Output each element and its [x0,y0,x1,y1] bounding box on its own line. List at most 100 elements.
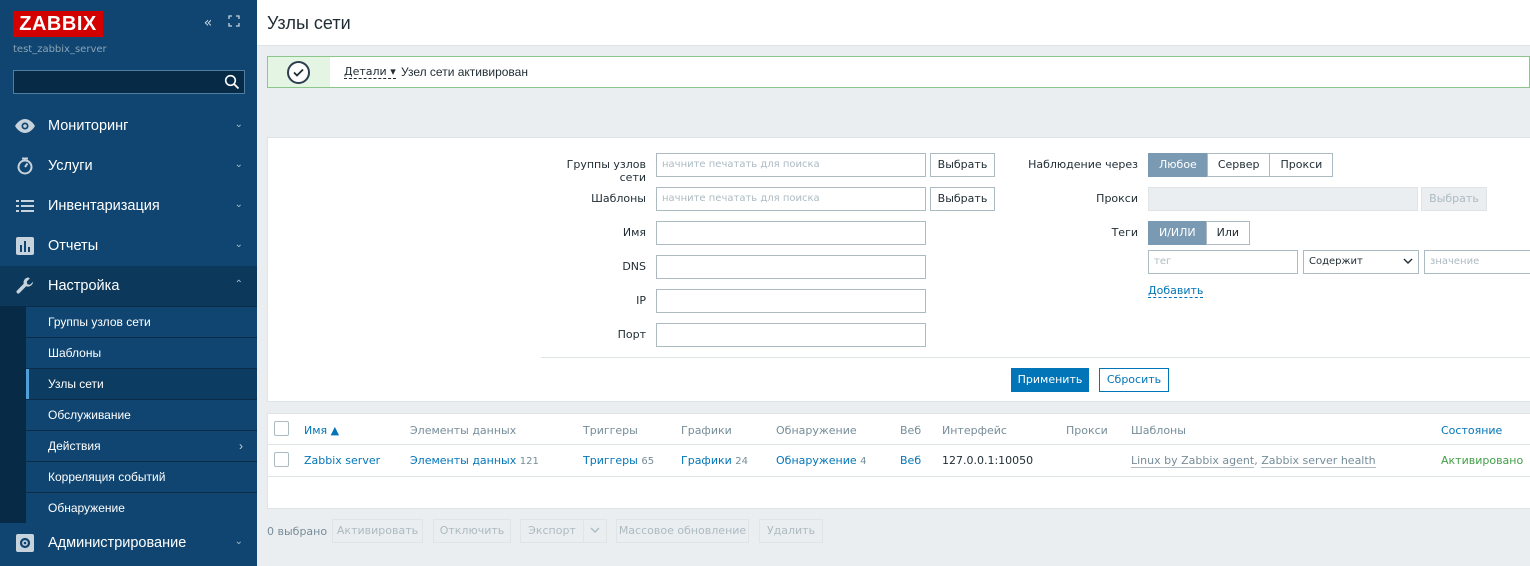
tags-label: Теги [1111,226,1138,239]
submenu-host-groups[interactable]: Группы узлов сети [26,306,257,337]
sidebar-search-input[interactable] [14,71,214,93]
discovery-link[interactable]: Обнаружение [776,454,857,467]
reset-button[interactable]: Сбросить [1099,368,1169,392]
submenu-actions[interactable]: Действия › [26,430,257,461]
items-cell: Элементы данных 121 [410,454,539,467]
kiosk-mode-icon[interactable] [225,14,243,32]
search-icon[interactable] [224,74,240,90]
menu-administration[interactable]: Администрирование ⌄ [0,523,257,563]
caret-down-icon: ▾ [390,65,396,78]
submenu-discovery[interactable]: Обнаружение [26,492,257,523]
submenu-maintenance[interactable]: Обслуживание [26,399,257,430]
dns-input[interactable] [656,255,926,279]
templates-label: Шаблоны [591,192,646,205]
items-count: 121 [519,456,539,467]
name-input[interactable] [656,221,926,245]
templates-select-button[interactable]: Выбрать [930,187,995,211]
filter-panel: Группы узлов сети начните печатать для п… [267,137,1530,402]
column-discovery: Обнаружение [776,424,857,437]
details-toggle[interactable]: Детали ▾ [344,66,396,79]
chart-icon [14,236,36,256]
main-content: Узлы сети Детали ▾ Узел сети активирован… [257,0,1530,566]
host-groups-select-button[interactable]: Выбрать [930,153,995,177]
items-link[interactable]: Элементы данных [410,454,516,467]
ip-input[interactable] [656,289,926,313]
column-proxy: Прокси [1066,424,1108,437]
column-triggers: Триггеры [583,424,638,437]
triggers-cell: Триггеры 65 [583,454,654,467]
server-name: test_zabbix_server [13,44,107,55]
monitored-by-label: Наблюдение через [1028,158,1138,171]
list-icon [14,196,36,216]
collapse-sidebar-icon[interactable]: « [199,14,217,32]
proxy-label: Прокси [1096,192,1138,205]
menu-label: Отчеты [48,238,99,254]
port-input[interactable] [656,323,926,347]
header-divider [268,444,1530,445]
menu-label: Услуги [48,158,93,174]
submenu-hosts[interactable]: Узлы сети [26,368,257,399]
export-button: Экспорт [520,519,584,543]
tag-value-input[interactable]: значение [1424,250,1530,274]
selected-count: 0 выбрано [267,525,328,538]
configuration-submenu: Группы узлов сети Шаблоны Узлы сети Обсл… [0,306,257,523]
monitored-by-proxy[interactable]: Прокси [1269,153,1334,177]
graphs-cell: Графики 24 [681,454,748,467]
status-toggle-link[interactable]: Активировано [1441,454,1523,467]
chevron-down-icon: ⌄ [234,239,243,250]
select-all-checkbox[interactable] [274,421,289,436]
message-icon-box [268,57,330,87]
chevron-down-icon [1403,258,1413,264]
menu-label: Мониторинг [48,118,129,134]
tags-and-or[interactable]: И/ИЛИ [1148,221,1207,245]
proxy-input [1148,187,1418,211]
zabbix-logo[interactable]: ZABBIX [13,11,103,37]
menu-inventory[interactable]: Инвентаризация ⌄ [0,186,257,226]
tags-or[interactable]: Или [1205,221,1251,245]
eye-icon [14,116,36,136]
host-name-link[interactable]: Zabbix server [304,454,380,467]
triggers-count: 65 [641,456,655,467]
row-divider [268,476,1530,477]
sidebar-search[interactable] [13,70,245,94]
templates-input[interactable]: начните печатать для поиска [656,187,926,211]
port-label: Порт [617,328,646,341]
discovery-count: 4 [860,456,867,467]
add-tag-link[interactable]: Добавить [1148,285,1204,298]
submenu-event-correlation[interactable]: Корреляция событий [26,461,257,492]
menu-configuration[interactable]: Настройка ⌃ [0,266,257,306]
column-name[interactable]: Имя ▲ [304,424,339,437]
column-templates: Шаблоны [1131,424,1186,437]
monitored-by-segmented: Любое Сервер Прокси [1148,153,1334,177]
host-groups-label: Группы узлов сети [566,158,646,184]
check-icon [287,61,310,84]
menu-services[interactable]: Услуги ⌄ [0,146,257,186]
monitored-by-any[interactable]: Любое [1148,153,1208,177]
column-status[interactable]: Состояние [1441,424,1502,437]
apply-button[interactable]: Применить [1011,368,1089,392]
menu-monitoring[interactable]: Мониторинг ⌄ [0,106,257,146]
graphs-count: 24 [735,456,749,467]
main-menu: Мониторинг ⌄ Услуги ⌄ Инвентаризация ⌄ О… [0,106,257,563]
message-text: Узел сети активирован [401,65,528,79]
submenu-templates[interactable]: Шаблоны [26,337,257,368]
page-header: Узлы сети [257,0,1530,46]
graphs-link[interactable]: Графики [681,454,732,467]
tag-name-input[interactable]: тег [1148,250,1298,274]
template-link[interactable]: Linux by Zabbix agent [1131,454,1255,468]
filter-divider [541,357,1530,358]
templates-cell: Linux by Zabbix agent, Zabbix server hea… [1131,454,1376,468]
menu-reports[interactable]: Отчеты ⌄ [0,226,257,266]
sidebar: ZABBIX « test_zabbix_server Мониторинг ⌄… [0,0,257,566]
host-groups-input[interactable]: начните печатать для поиска [656,153,926,177]
ip-label: IP [636,294,646,307]
menu-label: Инвентаризация [48,198,160,214]
triggers-link[interactable]: Триггеры [583,454,638,467]
row-checkbox[interactable] [274,452,289,467]
web-link[interactable]: Веб [900,454,921,467]
mass-update-button: Массовое обновление [616,519,749,543]
monitored-by-server[interactable]: Сервер [1206,153,1271,177]
tag-operator-select[interactable]: Содержит [1303,250,1419,274]
export-dropdown-button [583,519,607,543]
template-link[interactable]: Zabbix server health [1261,454,1376,468]
